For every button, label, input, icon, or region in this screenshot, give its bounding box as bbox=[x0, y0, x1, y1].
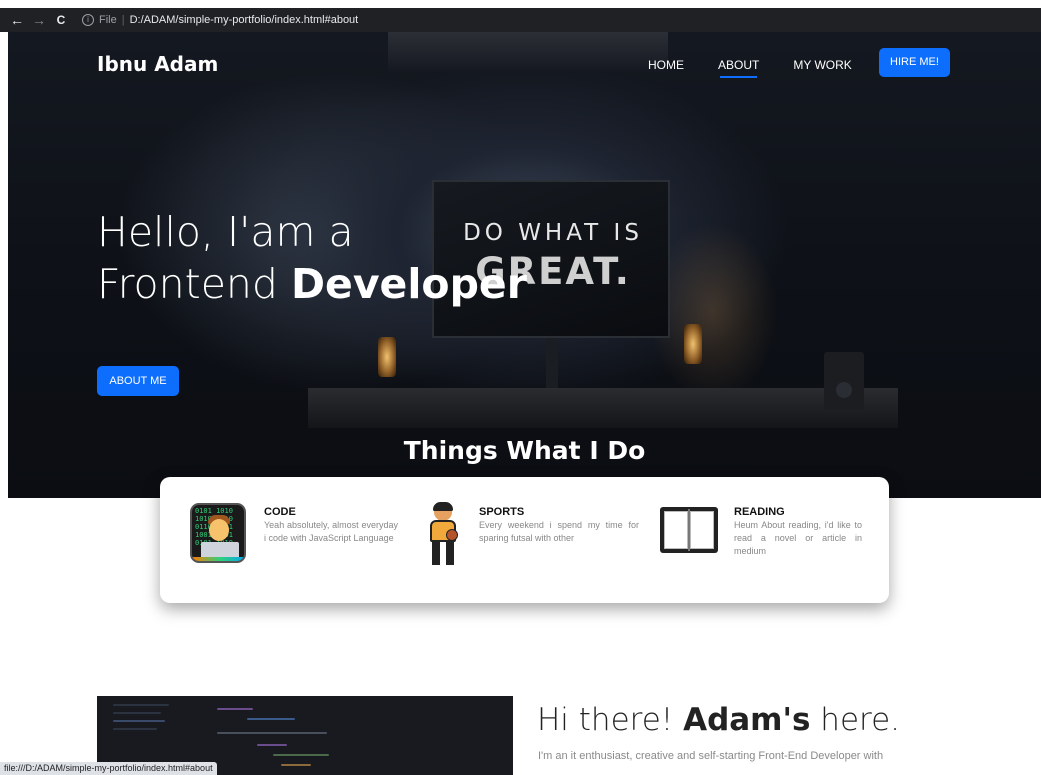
hero-background-ceiling bbox=[388, 32, 668, 72]
about-text: I'm an it enthusiast, creative and self-… bbox=[538, 750, 884, 762]
thing-item-sports: SPORTS Every weekend i spend my time for… bbox=[422, 477, 642, 603]
hero-section: DO WHAT IS GREAT. Ibnu Adam HOME ABOUT M… bbox=[8, 32, 1041, 498]
hero-heading-line1: Hello, I'am a bbox=[97, 208, 354, 256]
address-bar[interactable]: i File | D:/ADAM/simple-my-portfolio/ind… bbox=[82, 10, 359, 30]
brand-logo[interactable]: Ibnu Adam bbox=[97, 52, 218, 76]
things-card: 0101 1010 1010 0110 0110 1001 1001 0101 … bbox=[160, 477, 889, 603]
nav-link-home[interactable]: HOME bbox=[648, 58, 684, 72]
hero-background-speaker bbox=[824, 352, 864, 410]
url-path[interactable]: D:/ADAM/simple-my-portfolio/index.html#a… bbox=[130, 14, 359, 26]
hero-heading-prefix: Frontend bbox=[97, 260, 291, 308]
thing-title: SPORTS bbox=[479, 506, 525, 518]
thing-description: Yeah absolutely, almost everyday i code … bbox=[264, 520, 398, 543]
browser-toolbar: ← → C i File | D:/ADAM/simple-my-portfol… bbox=[0, 8, 1041, 32]
things-section-title: Things What I Do bbox=[403, 436, 646, 465]
programmer-icon: 0101 1010 1010 0110 0110 1001 1001 0101 … bbox=[190, 503, 246, 563]
main-nav: HOME ABOUT MY WORK bbox=[648, 58, 886, 78]
hero-heading: Hello, I'am a Frontend Developer bbox=[97, 206, 527, 310]
nav-link-about[interactable]: ABOUT bbox=[718, 58, 759, 78]
hire-me-button[interactable]: HIRE ME! bbox=[879, 48, 950, 77]
hero-background-lamp bbox=[684, 324, 702, 364]
status-bar-url: file:///D:/ADAM/simple-my-portfolio/inde… bbox=[0, 762, 217, 775]
thing-description: Heum About reading, i'd like to read a n… bbox=[734, 520, 862, 556]
thing-item-code: 0101 1010 1010 0110 0110 1001 1001 0101 … bbox=[190, 477, 400, 603]
about-heading-prefix: Hi there! bbox=[537, 702, 684, 738]
about-heading: Hi there! Adam's here. bbox=[537, 702, 900, 738]
about-me-button[interactable]: ABOUT ME bbox=[97, 366, 179, 396]
hero-heading-bold: Developer bbox=[290, 260, 527, 308]
hero-background-desk bbox=[308, 388, 898, 428]
thing-title: READING bbox=[734, 506, 785, 518]
about-heading-suffix: here. bbox=[810, 702, 901, 738]
hero-background-lamp bbox=[378, 337, 396, 377]
reload-icon[interactable]: C bbox=[50, 13, 72, 27]
sportsperson-icon bbox=[424, 502, 462, 565]
forward-icon[interactable]: → bbox=[28, 12, 50, 28]
url-scheme: File bbox=[99, 14, 117, 26]
hero-background-monitor-stand bbox=[546, 338, 558, 390]
cropped-caption bbox=[0, 0, 1041, 8]
open-book-icon bbox=[660, 507, 718, 553]
thing-description: Every weekend i spend my time for sparin… bbox=[479, 520, 639, 543]
info-icon[interactable]: i bbox=[82, 14, 94, 26]
nav-link-my-work[interactable]: MY WORK bbox=[793, 58, 851, 72]
about-heading-bold: Adam's bbox=[683, 702, 811, 738]
back-icon[interactable]: ← bbox=[6, 12, 28, 28]
url-separator: | bbox=[121, 14, 125, 26]
hero-heading-line2: Frontend Developer bbox=[97, 258, 527, 310]
thing-item-reading: READING Heum About reading, i'd like to … bbox=[660, 477, 880, 603]
thing-title: CODE bbox=[264, 506, 296, 518]
